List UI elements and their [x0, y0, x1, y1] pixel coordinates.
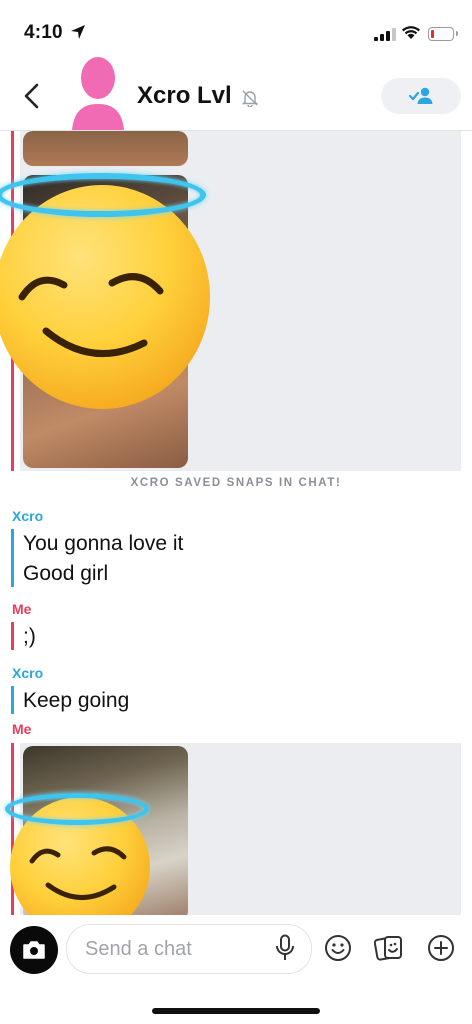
- back-chevron-icon[interactable]: [20, 82, 44, 110]
- sender-bar: [11, 686, 14, 714]
- message-line[interactable]: Good girl: [23, 559, 108, 589]
- contact-name[interactable]: Xcro Lvl: [137, 82, 232, 110]
- chat-composer: Send a chat: [0, 916, 472, 1024]
- add-friend-button[interactable]: [381, 78, 461, 114]
- sender-label: Xcro: [12, 665, 44, 681]
- status-time: 4:10: [24, 22, 63, 43]
- halo-icon: [5, 793, 149, 825]
- message-line[interactable]: ;): [23, 622, 36, 652]
- mute-bell-icon: [241, 90, 259, 107]
- chat-input-placeholder: Send a chat: [85, 938, 192, 960]
- message-line[interactable]: You gonna love it: [23, 529, 183, 559]
- sender-label: Xcro: [12, 508, 44, 524]
- camera-icon: [23, 941, 45, 959]
- plus-icon[interactable]: [427, 934, 455, 962]
- chat-input[interactable]: Send a chat: [66, 924, 312, 974]
- smiling-face-emoji: [0, 185, 210, 409]
- halo-icon: [0, 173, 206, 217]
- chat-thread[interactable]: XCRO SAVED SNAPS IN CHAT! Xcro You gonna…: [0, 131, 472, 915]
- sticker-icon[interactable]: [374, 934, 404, 962]
- smiley-icon[interactable]: [324, 934, 352, 962]
- sender-label: Me: [12, 721, 32, 737]
- sender-label: Me: [12, 601, 32, 617]
- saved-snaps-notice: XCRO SAVED SNAPS IN CHAT!: [130, 477, 342, 489]
- avatar-icon[interactable]: [70, 54, 126, 130]
- message-line[interactable]: Keep going: [23, 686, 129, 716]
- wifi-icon: [402, 26, 420, 39]
- camera-button[interactable]: [10, 926, 58, 974]
- microphone-icon[interactable]: [275, 934, 295, 962]
- add-friend-icon: [408, 87, 433, 104]
- battery-icon: [428, 27, 458, 41]
- sender-bar: [11, 529, 14, 587]
- saved-snap-photo[interactable]: [23, 131, 188, 166]
- status-bar: 4:10: [0, 0, 472, 62]
- signal-icon: [374, 28, 396, 41]
- sender-bar: [11, 622, 14, 650]
- chat-header: Xcro Lvl: [0, 57, 472, 131]
- location-arrow-icon: [71, 25, 85, 39]
- home-indicator: [152, 1008, 320, 1014]
